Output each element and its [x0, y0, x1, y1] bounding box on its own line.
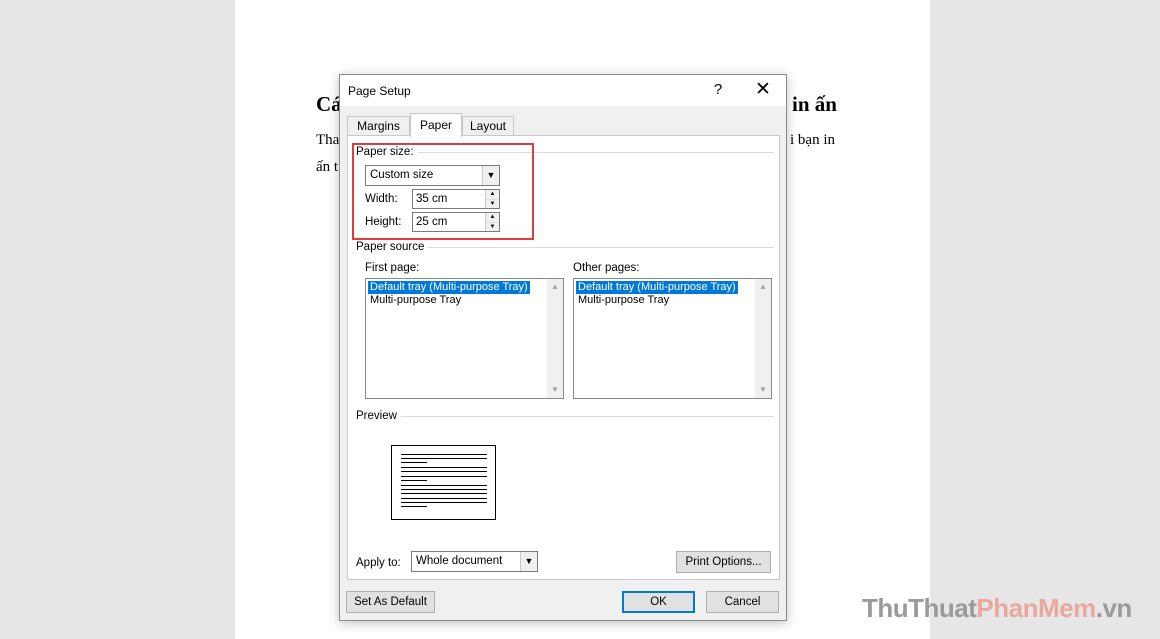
preview-line — [401, 454, 487, 455]
preview-label: Preview — [356, 410, 401, 422]
page-setup-dialog: Page Setup ? ✕ Margins Paper Layout Pape… — [339, 74, 787, 621]
chevron-down-icon[interactable]: ▼ — [482, 166, 499, 185]
preview-page-thumbnail — [391, 445, 496, 520]
first-page-scrollbar[interactable]: ▲ ▼ — [547, 279, 563, 398]
apply-to-value: Whole document — [416, 555, 503, 567]
tab-layout[interactable]: Layout — [462, 116, 514, 136]
other-pages-label: Other pages: — [573, 262, 640, 274]
dialog-title: Page Setup — [348, 84, 411, 98]
paper-size-select[interactable]: Custom size ▼ — [365, 165, 500, 186]
close-icon[interactable]: ✕ — [748, 78, 778, 101]
height-stepper[interactable]: ▲ ▼ — [412, 212, 500, 232]
chevron-down-icon[interactable]: ▼ — [520, 552, 537, 571]
preview-line — [401, 498, 487, 499]
chevron-down-icon[interactable]: ▼ — [755, 382, 771, 398]
cancel-button[interactable]: Cancel — [706, 591, 779, 613]
height-input[interactable] — [413, 213, 485, 231]
preview-line — [401, 458, 487, 459]
first-page-list[interactable]: Default tray (Multi-purpose Tray) Multi-… — [365, 278, 564, 399]
paper-size-value: Custom size — [370, 169, 434, 181]
preview-line — [401, 480, 427, 481]
document-text-line1-right: i bạn in — [790, 132, 835, 148]
paper-source-label: Paper source — [356, 241, 429, 253]
preview-line — [401, 502, 487, 503]
paper-size-divider — [356, 152, 774, 153]
watermark-part-phanmem: PhanMem — [976, 593, 1096, 623]
other-pages-scrollbar[interactable]: ▲ ▼ — [755, 279, 771, 398]
height-label: Height: — [365, 216, 402, 228]
chevron-up-icon[interactable]: ▲ — [547, 279, 563, 295]
preview-divider — [356, 416, 774, 417]
preview-line — [401, 462, 427, 463]
ok-button[interactable]: OK — [622, 591, 695, 613]
preview-line — [401, 489, 487, 490]
preview-line — [401, 485, 487, 486]
apply-to-label: Apply to: — [356, 557, 401, 569]
paper-size-label: Paper size: — [356, 146, 418, 158]
height-decrement-icon[interactable]: ▼ — [485, 222, 499, 231]
chevron-down-icon[interactable]: ▼ — [547, 382, 563, 398]
set-as-default-button[interactable]: Set As Default — [346, 591, 435, 613]
document-text-line1-left: Tha — [316, 132, 340, 148]
tab-paper[interactable]: Paper — [410, 113, 462, 137]
preview-line — [401, 471, 487, 472]
preview-line — [401, 467, 487, 468]
other-pages-list[interactable]: Default tray (Multi-purpose Tray) Multi-… — [573, 278, 772, 399]
first-page-item-default-tray[interactable]: Default tray (Multi-purpose Tray) — [368, 281, 530, 294]
apply-to-select[interactable]: Whole document ▼ — [411, 551, 538, 572]
print-options-button[interactable]: Print Options... — [676, 551, 771, 573]
watermark-part-thuthuat: ThuThuat — [862, 593, 977, 623]
document-text-line2-left: ấn t — [316, 159, 339, 175]
dialog-titlebar[interactable]: Page Setup ? ✕ — [340, 75, 786, 106]
document-heading-right: in ấn — [792, 92, 837, 116]
chevron-up-icon[interactable]: ▲ — [755, 279, 771, 295]
first-page-label: First page: — [365, 262, 420, 274]
tab-margins[interactable]: Margins — [347, 116, 410, 136]
help-icon[interactable]: ? — [708, 81, 728, 98]
first-page-item-multi-purpose-tray[interactable]: Multi-purpose Tray — [368, 294, 463, 307]
preview-line — [401, 506, 427, 507]
height-increment-icon[interactable]: ▲ — [485, 213, 499, 222]
width-label: Width: — [365, 193, 398, 205]
watermark-logo: ThuThuatPhanMem.vn — [862, 593, 1132, 624]
preview-line — [401, 476, 487, 477]
width-input[interactable] — [413, 190, 485, 208]
other-pages-item-default-tray[interactable]: Default tray (Multi-purpose Tray) — [576, 281, 738, 294]
document-heading-left: Cá — [316, 92, 342, 116]
preview-line — [401, 493, 487, 494]
width-stepper[interactable]: ▲ ▼ — [412, 189, 500, 209]
width-decrement-icon[interactable]: ▼ — [485, 199, 499, 208]
paper-tab-panel: Paper size: Custom size ▼ Width: ▲ ▼ Hei… — [347, 135, 780, 580]
width-increment-icon[interactable]: ▲ — [485, 190, 499, 199]
watermark-part-vn: .vn — [1095, 593, 1133, 623]
other-pages-item-multi-purpose-tray[interactable]: Multi-purpose Tray — [576, 294, 671, 307]
